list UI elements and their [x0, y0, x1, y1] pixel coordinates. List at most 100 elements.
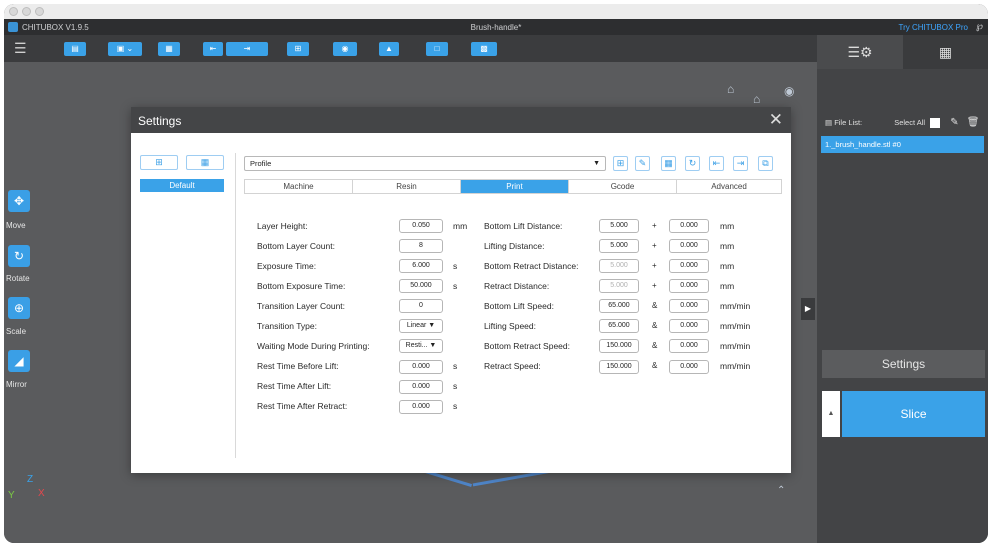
divider: [235, 153, 236, 458]
bottom-retract-distance-extra-input[interactable]: 0.000: [669, 259, 709, 273]
hollow-button[interactable]: ▲: [379, 42, 399, 56]
scale-tool-button[interactable]: ⊕: [8, 297, 30, 319]
hamburger-icon[interactable]: ☰: [14, 41, 27, 55]
rest-after-lift-label: Rest Time After Lift:: [257, 381, 332, 391]
select-all-checkbox[interactable]: [930, 118, 941, 129]
layer-height-input[interactable]: 0.050: [399, 219, 443, 233]
ampersand-sign: &: [652, 321, 658, 330]
new-profile-icon[interactable]: ⊞: [613, 156, 628, 171]
bottom-retract-speed-unit: mm/min: [720, 341, 751, 351]
bottom-retract-speed-input[interactable]: 150.000: [599, 339, 639, 353]
bottom-lift-distance-input[interactable]: 5.000: [599, 219, 639, 233]
file-list-label: File List:: [834, 118, 863, 127]
retract-speed-input[interactable]: 150.000: [599, 360, 639, 374]
zoom-window-button[interactable]: [35, 7, 44, 16]
bottom-retract-speed-extra-input[interactable]: 0.000: [669, 339, 709, 353]
transition-layer-count-input[interactable]: 0: [399, 299, 443, 313]
open-file-button[interactable]: ▤: [64, 42, 86, 56]
view-cube-icon[interactable]: ⌂: [753, 92, 760, 106]
file-list-item[interactable]: 1._brush_handle.stl #0: [821, 136, 984, 153]
minimize-window-button[interactable]: [22, 7, 31, 16]
cut-button[interactable]: ▦: [158, 42, 180, 56]
tab-resin[interactable]: Resin: [353, 180, 461, 193]
lifting-distance-extra-input[interactable]: 0.000: [669, 239, 709, 253]
refresh-profile-icon[interactable]: ↻: [685, 156, 700, 171]
bottom-lift-speed-extra-input[interactable]: 0.000: [669, 299, 709, 313]
profile-select[interactable]: Profile ▼: [244, 156, 606, 171]
tab-support[interactable]: ▦: [903, 35, 988, 69]
retract-distance-input[interactable]: 5.000: [599, 279, 639, 293]
rotate-tool-button[interactable]: ↻: [8, 245, 30, 267]
rest-before-lift-input[interactable]: 0.000: [399, 360, 443, 374]
settings-button[interactable]: Settings: [822, 350, 985, 378]
add-profile-button[interactable]: ⊞: [140, 155, 178, 170]
transition-type-select[interactable]: Linear ▼: [399, 319, 443, 333]
chevron-up-icon[interactable]: ⌃: [777, 485, 785, 496]
transition-type-label: Transition Type:: [257, 321, 318, 331]
bottom-lift-distance-extra-input[interactable]: 0.000: [669, 219, 709, 233]
user-icon[interactable]: ℘: [976, 21, 983, 32]
retract-distance-label: Retract Distance:: [484, 281, 550, 291]
drill-button[interactable]: ▩: [471, 42, 497, 56]
exposure-time-label: Exposure Time:: [257, 261, 317, 271]
lifting-speed-input[interactable]: 65.000: [599, 319, 639, 333]
bottom-lift-speed-input[interactable]: 65.000: [599, 299, 639, 313]
mirror-tool-label: Mirror: [6, 380, 27, 389]
tab-advanced[interactable]: Advanced: [677, 180, 781, 193]
bottom-layer-count-input[interactable]: 8: [399, 239, 443, 253]
file-list-header: ▤ File List: Select All ✎ 🗑: [825, 117, 980, 129]
frame-button[interactable]: □: [426, 42, 448, 56]
bottom-lift-distance-unit: mm: [720, 221, 735, 231]
tab-machine[interactable]: Machine: [245, 180, 353, 193]
bottom-exposure-time-input[interactable]: 50.000: [399, 279, 443, 293]
retract-speed-label: Retract Speed:: [484, 361, 541, 371]
import-button[interactable]: ⇤: [203, 42, 223, 56]
import-profile-icon[interactable]: ⇤: [709, 156, 724, 171]
rest-after-retract-label: Rest Time After Retract:: [257, 401, 348, 411]
eye-icon[interactable]: ◉: [784, 84, 794, 98]
rest-after-retract-input[interactable]: 0.000: [399, 400, 443, 414]
move-tool-button[interactable]: ✥: [8, 190, 30, 212]
copy-profile-icon[interactable]: ⧉: [758, 156, 773, 171]
trash-profile-icon[interactable]: ▦: [661, 156, 676, 171]
waiting-mode-select[interactable]: Resti... ▼: [399, 339, 443, 353]
close-window-button[interactable]: [9, 7, 18, 16]
tab-model-settings[interactable]: ☰⚙: [817, 35, 903, 69]
lifting-distance-input[interactable]: 5.000: [599, 239, 639, 253]
save-file-button[interactable]: ▣ ⌄: [108, 42, 142, 56]
home-view-icon[interactable]: ⌂: [727, 82, 734, 96]
exposure-time-input[interactable]: 6.000: [399, 259, 443, 273]
retract-distance-extra-input[interactable]: 0.000: [669, 279, 709, 293]
export-button[interactable]: ⇥: [226, 42, 268, 56]
bottom-retract-distance-unit: mm: [720, 261, 735, 271]
tab-print[interactable]: Print: [461, 180, 569, 193]
slice-button[interactable]: Slice: [842, 391, 985, 437]
delete-profile-button[interactable]: ▦: [186, 155, 224, 170]
profile-default-item[interactable]: Default: [140, 179, 224, 192]
chevron-down-icon: ▼: [593, 160, 600, 167]
plus-sign: +: [652, 241, 657, 250]
expand-panel-button[interactable]: ▶: [801, 298, 815, 320]
close-icon[interactable]: ✕: [769, 110, 783, 130]
move-tool-label: Move: [6, 221, 26, 230]
edit-icon[interactable]: ✎: [950, 117, 958, 128]
export-profile-icon[interactable]: ⇥: [733, 156, 748, 171]
retract-speed-extra-input[interactable]: 0.000: [669, 360, 709, 374]
try-pro-link[interactable]: Try CHITUBOX Pro: [899, 23, 968, 32]
app-bar: CHITUBOX V1.9.5 Brush-handle* Try CHITUB…: [4, 19, 988, 35]
bottom-retract-distance-input[interactable]: 5.000: [599, 259, 639, 273]
tab-gcode[interactable]: Gcode: [569, 180, 677, 193]
mirror-tool-button[interactable]: ◢: [8, 350, 30, 372]
edit-profile-icon[interactable]: ✎: [635, 156, 650, 171]
add-support-button[interactable]: ⊞: [287, 42, 309, 56]
trash-icon[interactable]: 🗑: [967, 117, 980, 128]
lifting-speed-extra-input[interactable]: 0.000: [669, 319, 709, 333]
scale-tool-label: Scale: [6, 327, 27, 336]
retract-speed-unit: mm/min: [720, 361, 751, 371]
settings-dialog-header: Settings ✕: [131, 107, 791, 133]
arrange-button[interactable]: ◉: [333, 42, 357, 56]
rotate-tool-label: Rotate: [6, 274, 30, 283]
bottom-exposure-time-label: Bottom Exposure Time:: [257, 281, 346, 291]
slice-options-toggle[interactable]: ▲: [822, 391, 840, 437]
rest-after-lift-input[interactable]: 0.000: [399, 380, 443, 394]
